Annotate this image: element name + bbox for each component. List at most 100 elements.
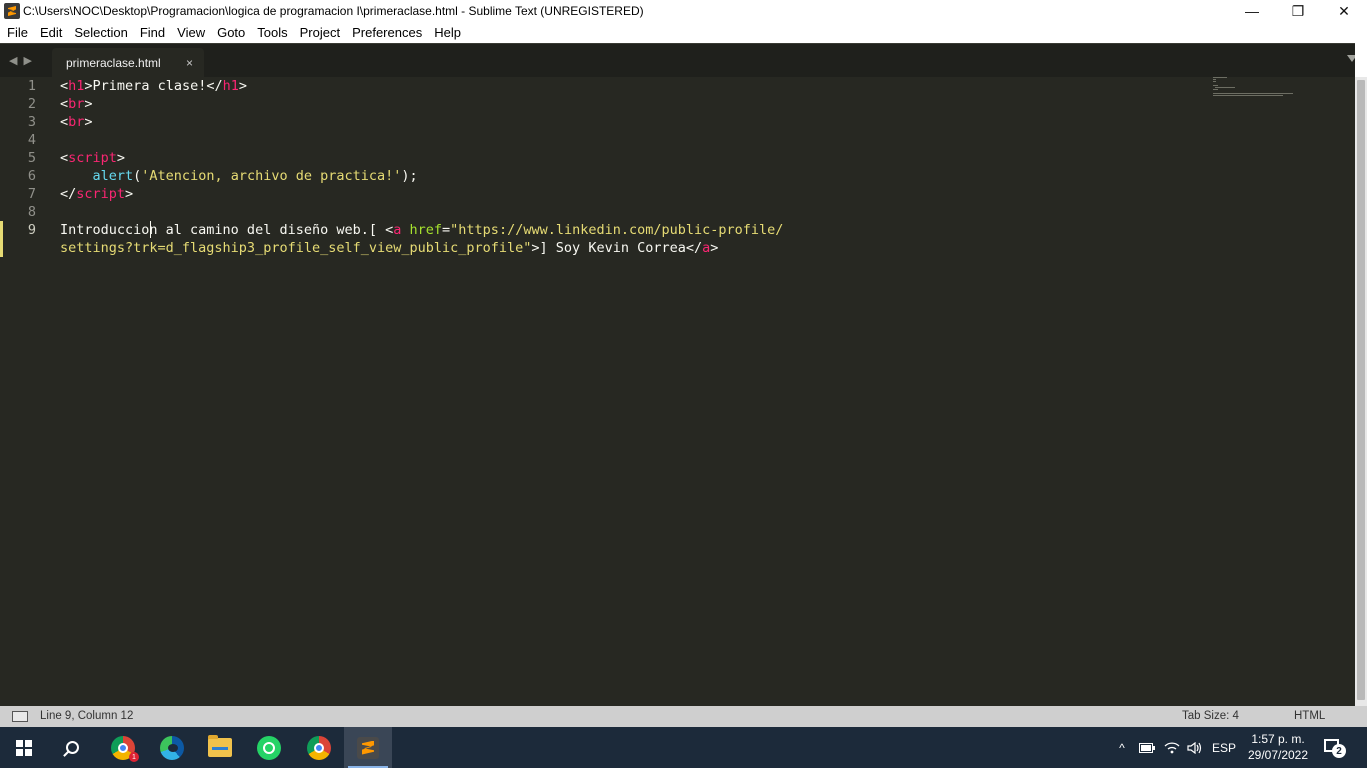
minimap[interactable] <box>1213 77 1303 101</box>
search-icon <box>65 741 79 754</box>
line-number: 2 <box>27 96 36 112</box>
text-cursor <box>150 221 151 238</box>
input-language[interactable]: ESP <box>1210 727 1238 768</box>
taskbar-sublime-text[interactable] <box>344 727 392 768</box>
token-punct: > <box>116 150 126 166</box>
sublime-text-icon <box>4 3 20 19</box>
token-punct: > <box>125 186 134 202</box>
tab-close-icon[interactable]: × <box>186 56 193 70</box>
notification-center-button[interactable]: 2 <box>1320 735 1348 761</box>
token-punct: < <box>60 150 69 166</box>
tab-size-indicator[interactable]: Tab Size: 4 <box>1182 710 1239 722</box>
token-punct: = <box>442 222 451 238</box>
menu-file[interactable]: File <box>1 22 34 43</box>
menu-help[interactable]: Help <box>428 22 467 43</box>
line-number: 8 <box>27 204 36 220</box>
token-punct: > <box>84 114 93 130</box>
close-button[interactable]: ✕ <box>1321 0 1367 22</box>
windows-logo-icon <box>16 739 32 756</box>
token-string: 'Atencion, archivo de practica!' <box>141 168 402 184</box>
menu-preferences[interactable]: Preferences <box>346 22 428 43</box>
minimap-line <box>1215 87 1235 88</box>
clock-time: 1:57 p. m. <box>1251 732 1305 746</box>
tab-primeraclase[interactable]: primeraclase.html × <box>52 48 204 78</box>
code-line-2: <br> <box>60 95 93 113</box>
tray-overflow-icon[interactable]: ^ <box>1112 727 1132 768</box>
minimap-line <box>1213 85 1218 86</box>
token-punct: < <box>60 96 69 112</box>
code-line-3: <br> <box>60 113 93 131</box>
code-line-7: </script> <box>60 185 133 203</box>
nav-back-icon[interactable]: ◀ <box>9 54 17 67</box>
code-editor[interactable]: 1 2 3 4 5 6 7 8 9 <h1>Primera clase!</h1… <box>0 77 1355 706</box>
line-number: 1 <box>27 78 36 94</box>
token-tag: br <box>68 96 85 112</box>
nav-forward-icon[interactable]: ▶ <box>23 54 31 67</box>
token-tag: h1 <box>68 78 85 94</box>
menu-project[interactable]: Project <box>294 22 346 43</box>
line-number: 5 <box>27 150 36 166</box>
token-function: alert <box>92 168 134 184</box>
token-text: Primera clase! <box>92 78 207 94</box>
notification-count: 2 <box>1332 744 1346 758</box>
panel-toggle-icon[interactable] <box>12 711 28 722</box>
code-line-1: <h1>Primera clase!</h1> <box>60 77 247 95</box>
menu-selection[interactable]: Selection <box>68 22 133 43</box>
taskbar-edge[interactable] <box>148 727 196 768</box>
minimize-button[interactable]: — <box>1229 0 1275 22</box>
windows-taskbar: 1 ^ ESP 1:57 p. m. 29/07/2022 2 <box>0 727 1367 768</box>
tab-label: primeraclase.html <box>66 56 161 70</box>
menu-tools[interactable]: Tools <box>251 22 293 43</box>
minimap-line <box>1213 95 1283 96</box>
vertical-scrollbar[interactable] <box>1355 77 1367 706</box>
volume-icon[interactable] <box>1185 727 1205 768</box>
line-number: 3 <box>27 114 36 130</box>
token-punct: > <box>710 240 719 256</box>
line-number: 6 <box>27 168 36 184</box>
edge-icon <box>160 735 184 760</box>
minimap-line <box>1213 81 1216 82</box>
token-punct: > <box>84 96 93 112</box>
chrome-badge: 1 <box>129 752 139 762</box>
search-button[interactable] <box>48 727 96 768</box>
syntax-indicator[interactable]: HTML <box>1294 710 1325 722</box>
code-line-6: alert('Atencion, archivo de practica!'); <box>60 167 418 185</box>
token-punct: < <box>60 78 69 94</box>
sublime-text-icon <box>357 736 379 759</box>
menu-view[interactable]: View <box>171 22 211 43</box>
line-number: 7 <box>27 186 36 202</box>
taskbar-chrome-profile[interactable] <box>295 727 343 768</box>
token-tag: br <box>68 114 85 130</box>
menu-goto[interactable]: Goto <box>211 22 251 43</box>
token-punct: ); <box>401 168 418 184</box>
code-text[interactable]: <h1>Primera clase!</h1> <br> <br> <scrip… <box>60 77 783 419</box>
minimap-line <box>1213 79 1216 80</box>
window-title: C:\Users\NOC\Desktop\Programacion\logica… <box>23 4 644 18</box>
taskbar-whatsapp[interactable] <box>245 727 293 768</box>
token-punct: > <box>84 78 93 94</box>
window-controls: — ❐ ✕ <box>1229 0 1367 22</box>
maximize-button[interactable]: ❐ <box>1275 0 1321 22</box>
menu-edit[interactable]: Edit <box>34 22 68 43</box>
token-punct: < <box>60 114 69 130</box>
menu-find[interactable]: Find <box>134 22 171 43</box>
battery-icon[interactable] <box>1137 727 1157 768</box>
taskbar-clock[interactable]: 1:57 p. m. 29/07/2022 <box>1243 731 1313 763</box>
scrollbar-corner <box>1355 43 1367 77</box>
minimap-line <box>1213 89 1218 90</box>
menu-bar: File Edit Selection Find View Goto Tools… <box>0 22 1367 43</box>
scrollbar-thumb[interactable] <box>1357 80 1365 700</box>
cursor-position: Line 9, Column 12 <box>40 710 134 722</box>
start-button[interactable] <box>0 727 48 768</box>
token-string: settings?trk=d_flagship3_profile_self_vi… <box>60 240 532 256</box>
taskbar-file-explorer[interactable] <box>196 727 244 768</box>
taskbar-chrome[interactable]: 1 <box>99 727 147 768</box>
token-punct: </ <box>685 240 703 256</box>
code-line-9: Introduccion al camino del diseño web.[ … <box>60 221 783 239</box>
tab-navigation: ◀ ▶ <box>9 54 32 67</box>
token-tag: h1 <box>222 78 239 94</box>
line-number: 4 <box>27 132 36 148</box>
token-punct: > <box>531 240 540 256</box>
wifi-icon[interactable] <box>1162 727 1182 768</box>
